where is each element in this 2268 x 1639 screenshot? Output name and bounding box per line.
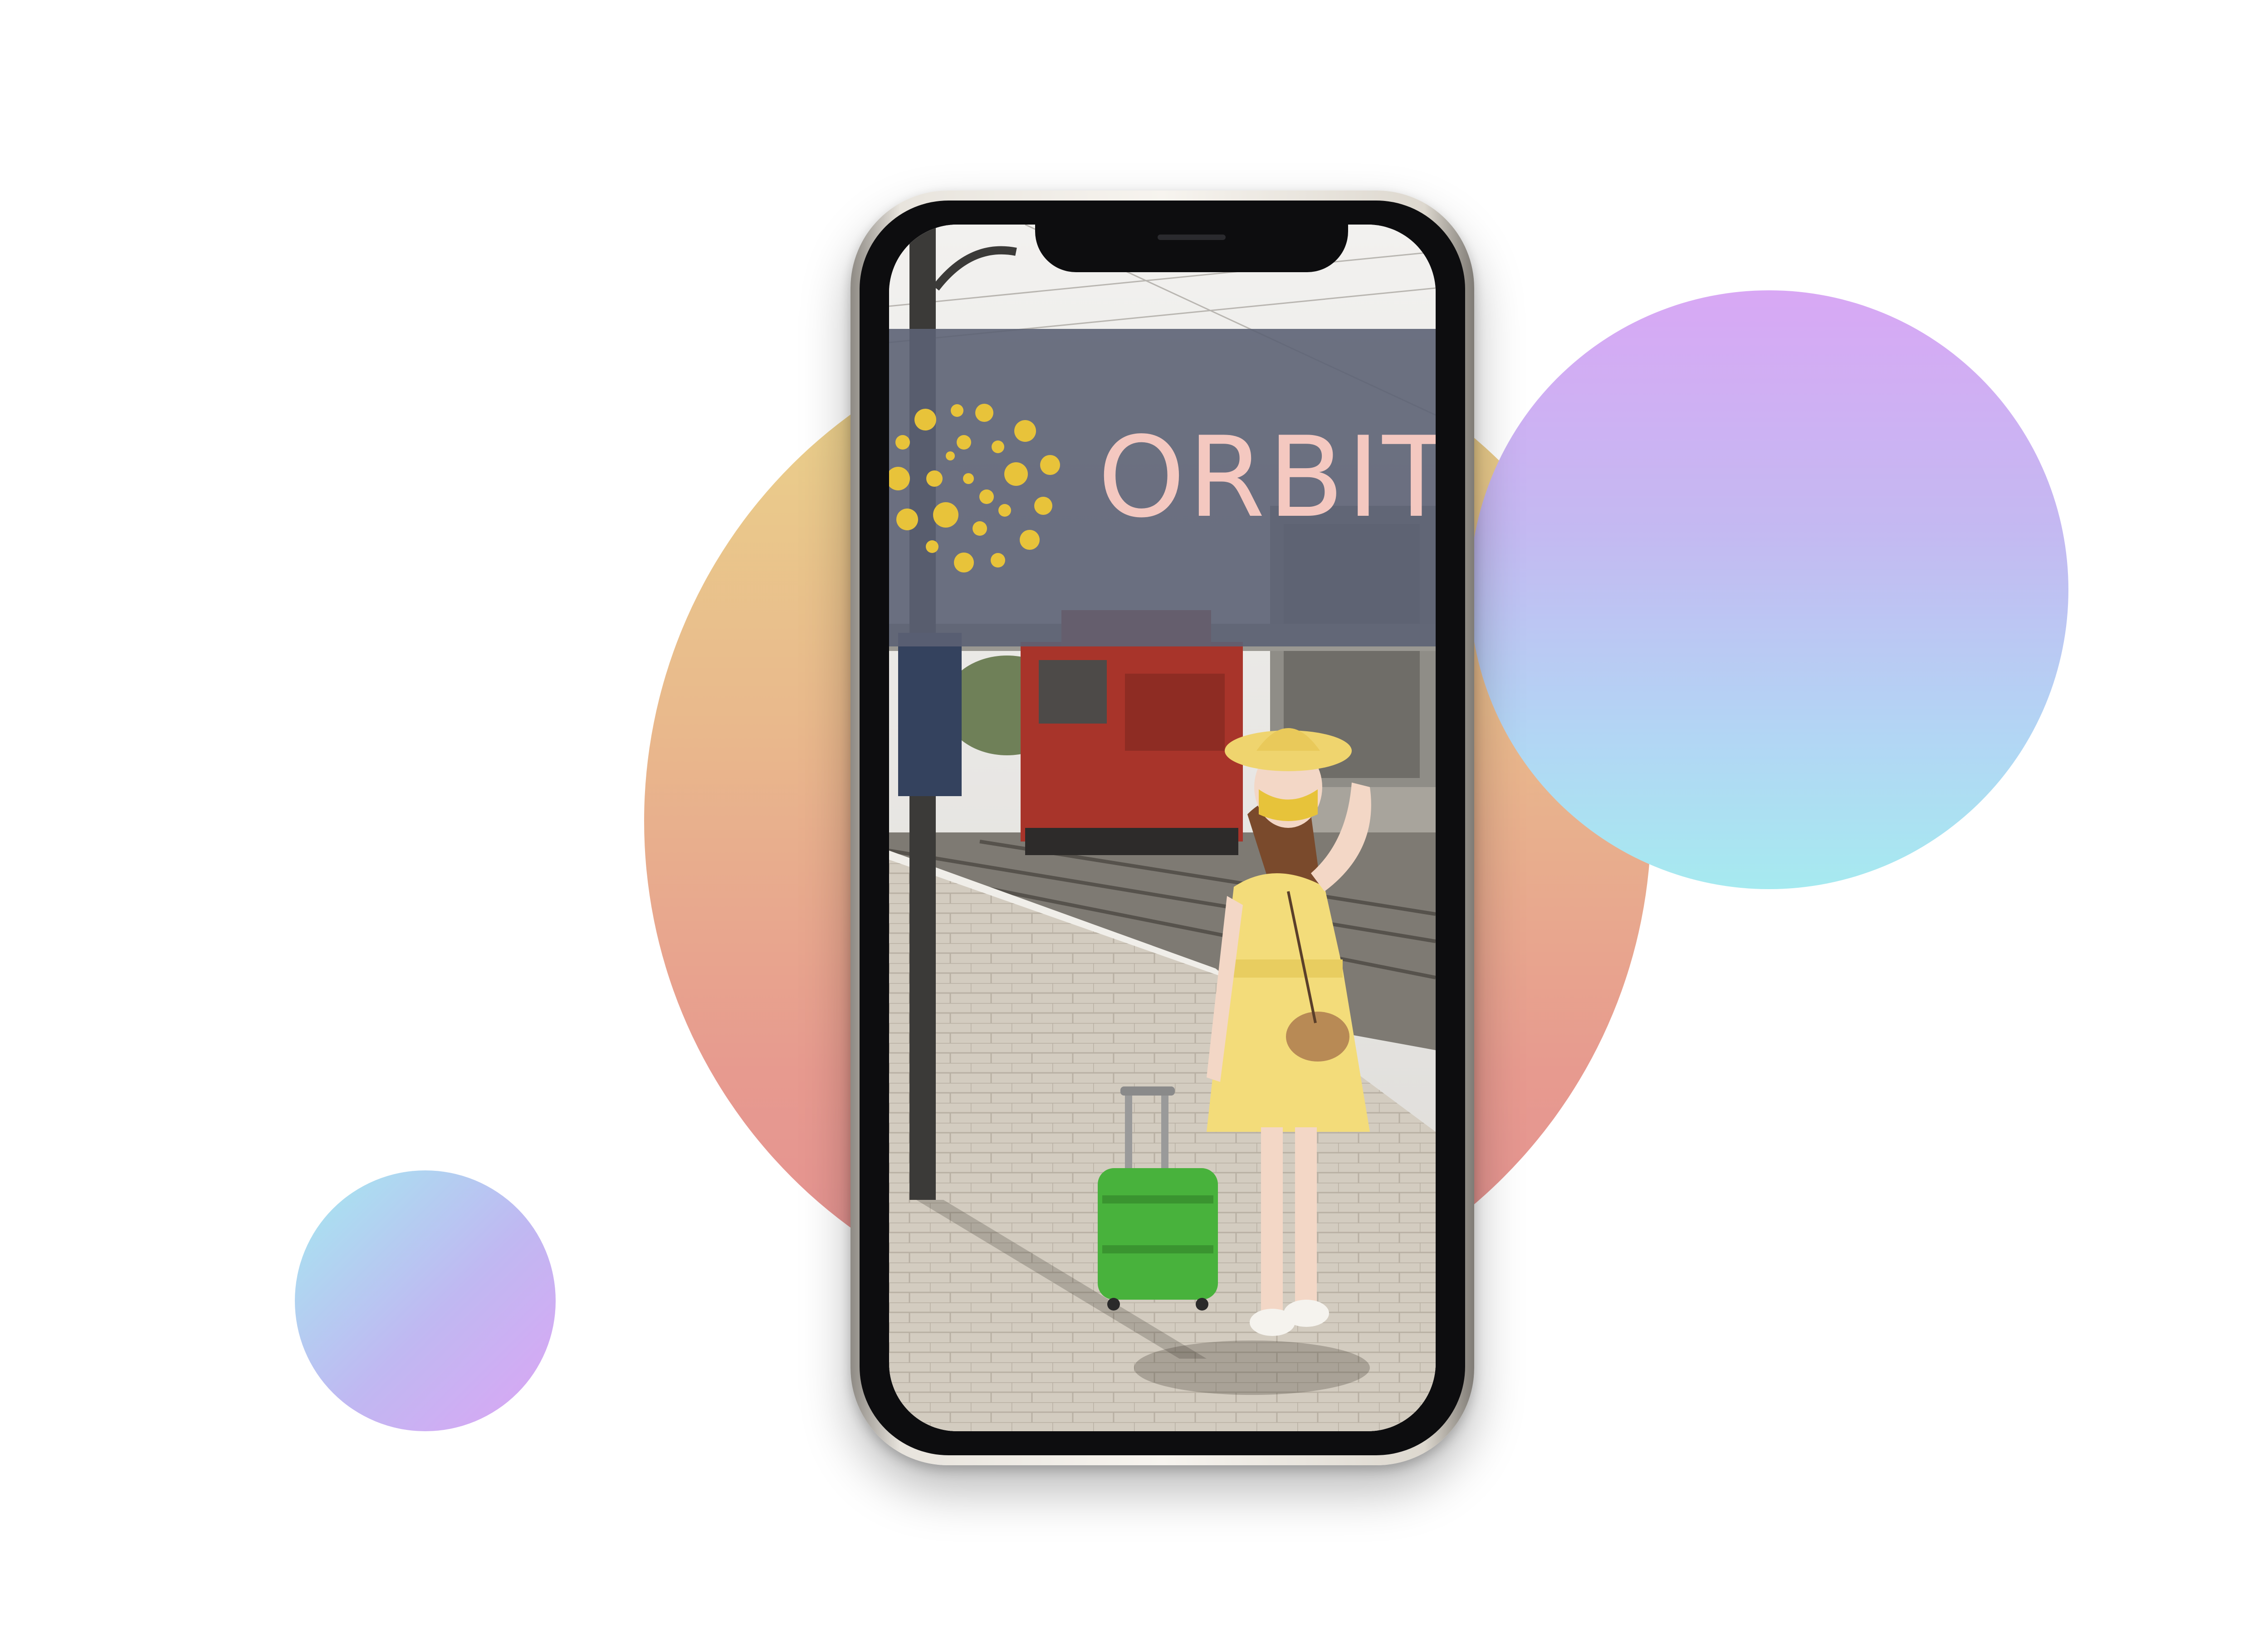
phone-screen: ORBIT (889, 225, 1436, 1431)
phone-notch (1035, 225, 1348, 272)
decor-circle-small (295, 1170, 556, 1431)
dotted-circle-logo-icon (889, 404, 1060, 572)
decor-circle-top-right (1470, 290, 2068, 889)
phone-frame: ORBIT (850, 191, 1474, 1465)
brand-name: ORBIT (1098, 413, 1436, 542)
mockup-stage: ORBIT (0, 0, 2268, 1639)
brand-banner: ORBIT (889, 329, 1436, 646)
speaker-grille (1158, 235, 1226, 240)
